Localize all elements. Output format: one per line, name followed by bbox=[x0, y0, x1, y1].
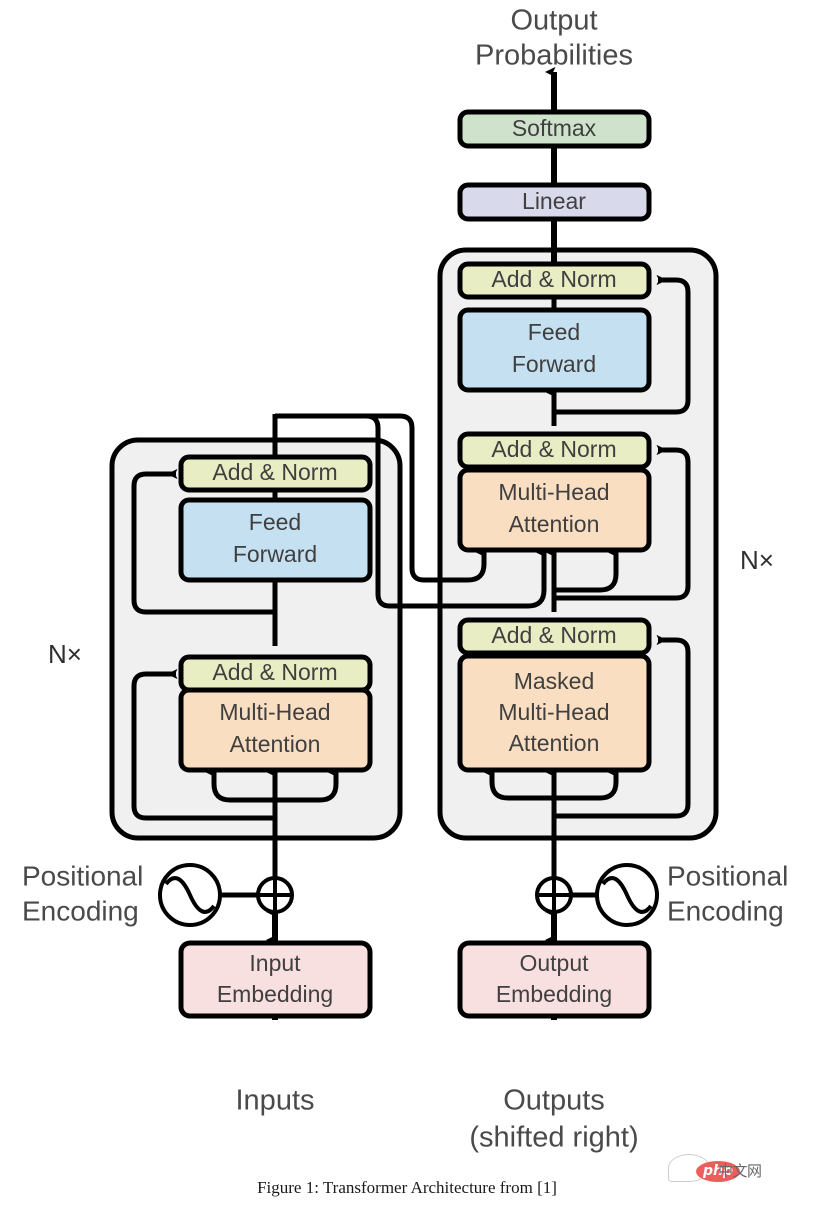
decoder-add-norm-bottom-label: Add & Norm bbox=[491, 622, 616, 648]
decoder-ff-line1: Feed bbox=[528, 319, 580, 345]
input-embedding-line1: Input bbox=[249, 950, 301, 976]
encoder-ff-line1: Feed bbox=[249, 509, 301, 535]
decoder-repeat-label: N× bbox=[740, 545, 774, 575]
decoder-add-norm-mid[interactable]: Add & Norm bbox=[457, 431, 652, 470]
decoder-cross-attn-line1: Multi-Head bbox=[498, 479, 609, 505]
input-embedding-block[interactable]: Input Embedding bbox=[178, 940, 373, 1019]
outputs-source-label-line2: (shifted right) bbox=[469, 1122, 638, 1154]
output-probabilities-line1: Output bbox=[510, 5, 597, 37]
decoder-add-norm-mid-label: Add & Norm bbox=[491, 436, 616, 462]
output-add-operator bbox=[535, 876, 573, 914]
softmax-block[interactable]: Softmax bbox=[457, 109, 652, 149]
encoder-add-norm-bottom[interactable]: Add & Norm bbox=[178, 654, 373, 693]
transformer-architecture-diagram: Softmax Linear Add & Norm Feed Forward A… bbox=[0, 0, 814, 1212]
input-embedding-line2: Embedding bbox=[217, 981, 333, 1007]
output-positional-encoding-symbol bbox=[595, 863, 659, 927]
input-positional-encoding-symbol bbox=[158, 863, 222, 927]
output-probabilities-line2: Probabilities bbox=[475, 40, 633, 72]
decoder-cross-attn-line2: Attention bbox=[509, 511, 600, 537]
output-positional-label-line2: Encoding bbox=[667, 895, 784, 926]
encoder-attention[interactable]: Multi-Head Attention bbox=[178, 687, 373, 773]
decoder-add-norm-bottom[interactable]: Add & Norm bbox=[457, 617, 652, 656]
decoder-masked-line2: Multi-Head bbox=[498, 699, 609, 725]
output-positional-label-line1: Positional bbox=[667, 860, 788, 891]
decoder-add-norm-top-label: Add & Norm bbox=[491, 266, 616, 292]
outputs-source-label-line1: Outputs bbox=[503, 1085, 605, 1117]
figure-caption: Figure 1: Transformer Architecture from … bbox=[257, 1178, 557, 1197]
output-embedding-block[interactable]: Output Embedding bbox=[457, 940, 652, 1019]
decoder-cross-attention[interactable]: Multi-Head Attention bbox=[457, 467, 652, 553]
input-add-operator bbox=[256, 876, 294, 914]
decoder-masked-line1: Masked bbox=[514, 668, 595, 694]
inputs-source-label: Inputs bbox=[236, 1085, 315, 1117]
encoder-add-norm-bottom-label: Add & Norm bbox=[212, 659, 337, 685]
diagram-canvas: Softmax Linear Add & Norm Feed Forward A… bbox=[22, 5, 788, 1154]
decoder-ff-line2: Forward bbox=[512, 351, 596, 377]
encoder-attn-line1: Multi-Head bbox=[219, 699, 330, 725]
encoder-add-norm-top-label: Add & Norm bbox=[212, 459, 337, 485]
encoder-attn-line2: Attention bbox=[230, 731, 321, 757]
softmax-label: Softmax bbox=[512, 115, 597, 141]
decoder-masked-line3: Attention bbox=[509, 730, 600, 756]
linear-block[interactable]: Linear bbox=[457, 182, 652, 222]
output-embedding-line2: Embedding bbox=[496, 981, 612, 1007]
output-embedding-line1: Output bbox=[519, 950, 589, 976]
decoder-feed-forward[interactable]: Feed Forward bbox=[457, 307, 652, 393]
encoder-feed-forward[interactable]: Feed Forward bbox=[178, 497, 373, 583]
decoder-add-norm-top[interactable]: Add & Norm bbox=[457, 261, 652, 300]
input-positional-label-line1: Positional bbox=[22, 860, 143, 891]
input-positional-label-line2: Encoding bbox=[22, 895, 139, 926]
encoder-ff-line2: Forward bbox=[233, 541, 317, 567]
linear-label: Linear bbox=[522, 188, 586, 214]
encoder-repeat-label: N× bbox=[48, 639, 82, 669]
encoder-add-norm-top[interactable]: Add & Norm bbox=[178, 454, 373, 493]
decoder-masked-attention[interactable]: Masked Multi-Head Attention bbox=[457, 653, 652, 773]
